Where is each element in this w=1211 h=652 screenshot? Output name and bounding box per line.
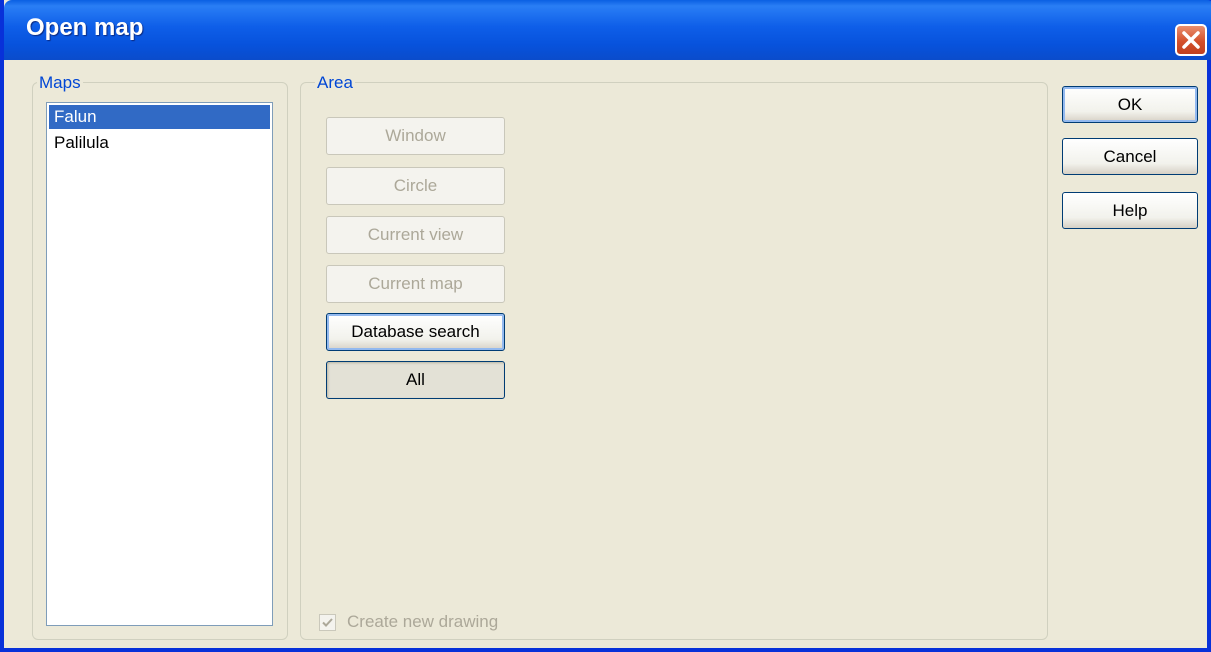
all-button[interactable]: All (326, 361, 505, 399)
current-map-button[interactable]: Current map (326, 265, 505, 303)
checkbox-box[interactable] (319, 614, 336, 631)
title-bar[interactable]: Open map (4, 0, 1211, 60)
checkmark-icon (322, 618, 333, 627)
dialog-title: Open map (26, 14, 144, 41)
list-item-palilula[interactable]: Palilula (49, 131, 270, 155)
list-item-label: Palilula (54, 133, 109, 152)
window-button[interactable]: Window (326, 117, 505, 155)
current-view-button[interactable]: Current view (326, 216, 505, 254)
ok-button[interactable]: OK (1062, 86, 1198, 123)
area-group-label: Area (315, 73, 355, 93)
open-map-dialog: Open map Maps Falun Palilula Area Window… (0, 0, 1211, 652)
maps-group-label: Maps (37, 73, 83, 93)
maps-listbox[interactable]: Falun Palilula (46, 102, 273, 626)
close-icon (1182, 31, 1200, 49)
circle-button[interactable]: Circle (326, 167, 505, 205)
database-search-button[interactable]: Database search (326, 313, 505, 351)
list-item-label: Falun (54, 107, 97, 126)
create-new-drawing-label: Create new drawing (347, 612, 499, 631)
list-item-falun[interactable]: Falun (49, 105, 270, 129)
cancel-button[interactable]: Cancel (1062, 138, 1198, 175)
close-button[interactable] (1175, 24, 1207, 56)
help-button[interactable]: Help (1062, 192, 1198, 229)
